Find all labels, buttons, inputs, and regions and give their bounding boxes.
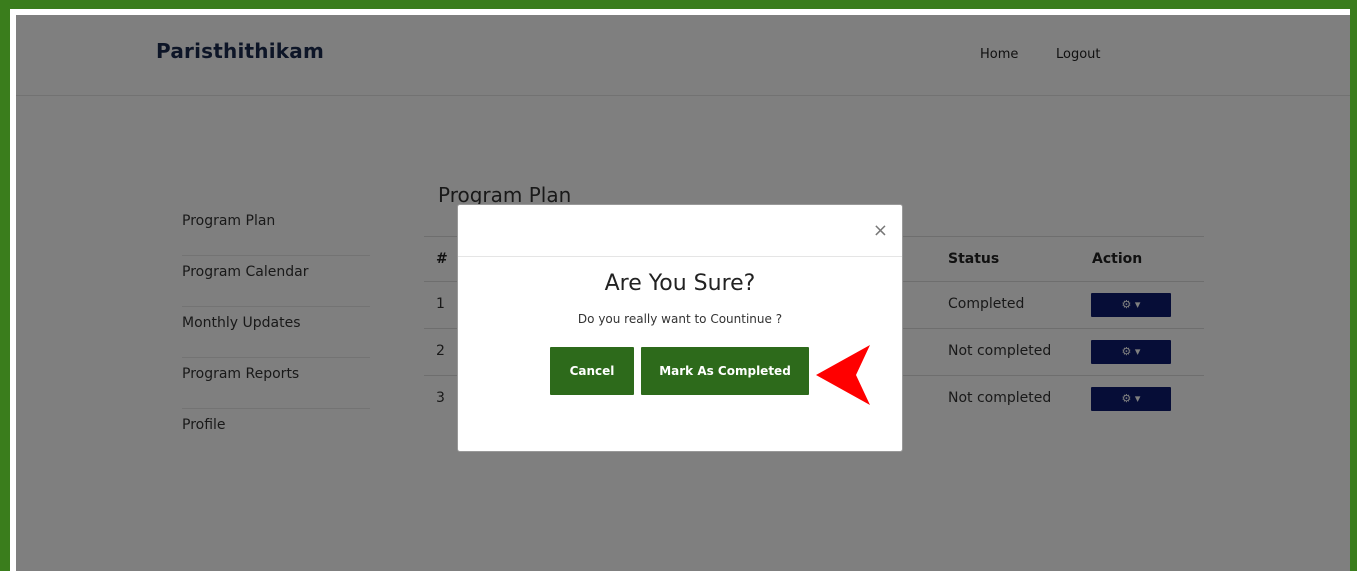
confirm-dialog: × Are You Sure? Do you really want to Co…	[457, 204, 903, 452]
page: Paristhithikam Home Logout Program Plan …	[16, 15, 1350, 571]
screenshot-frame: Paristhithikam Home Logout Program Plan …	[10, 9, 1350, 571]
mark-as-completed-button[interactable]: Mark As Completed	[641, 347, 809, 395]
modal-header: ×	[458, 205, 902, 257]
modal-message: Do you really want to Countinue ?	[577, 312, 783, 326]
red-arrow-icon	[816, 345, 870, 405]
modal-title: Are You Sure?	[604, 271, 756, 296]
cancel-button[interactable]: Cancel	[550, 347, 634, 395]
close-icon[interactable]: ×	[873, 220, 888, 241]
